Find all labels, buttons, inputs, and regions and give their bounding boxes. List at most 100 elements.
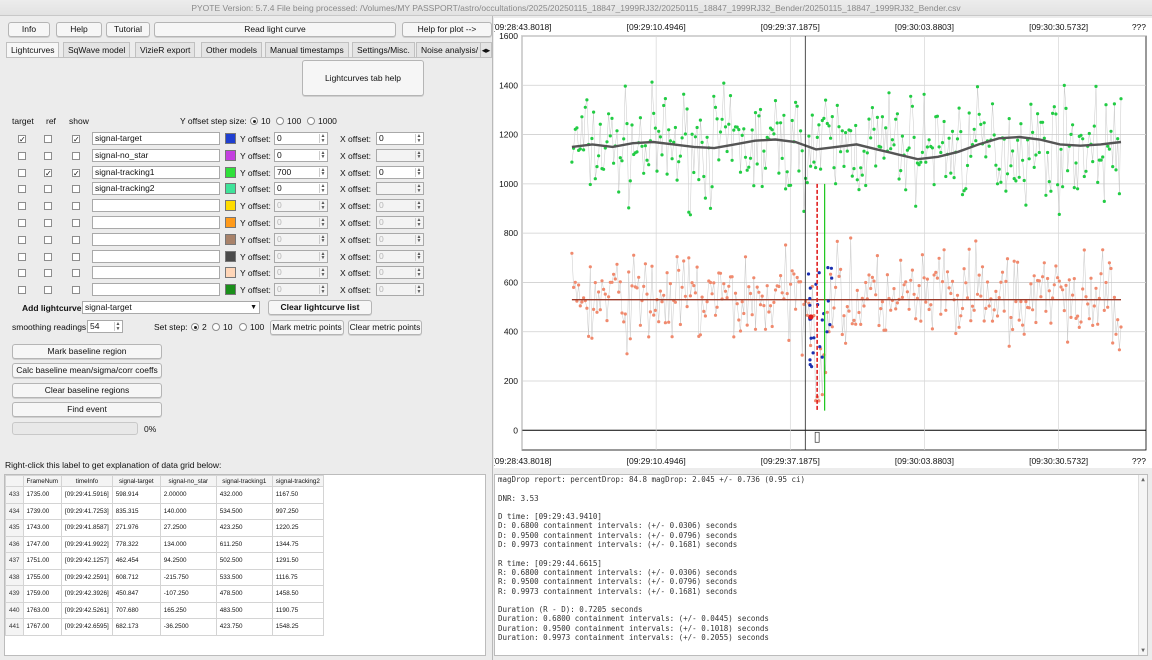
row-header[interactable]: 434 bbox=[5, 502, 24, 520]
color-swatch[interactable] bbox=[225, 149, 236, 161]
step-100-radio[interactable] bbox=[276, 117, 284, 125]
table-cell[interactable]: [09:29:42.3926] bbox=[61, 585, 113, 603]
y-offset-spinbox[interactable]: 0 ▲ ▼ bbox=[274, 283, 328, 297]
calc-baseline-button[interactable]: Calc baseline mean/sigma/corr coeffs bbox=[12, 363, 162, 378]
step-1000-radio[interactable] bbox=[307, 117, 315, 125]
scroll-down-icon[interactable]: ▼ bbox=[1139, 647, 1147, 654]
target-checkbox[interactable] bbox=[18, 286, 26, 295]
table-cell[interactable]: 682.173 bbox=[111, 618, 161, 636]
row-header[interactable]: 439 bbox=[5, 585, 24, 603]
row-header[interactable]: 438 bbox=[5, 568, 24, 586]
spin-arrows-icon[interactable]: ▲ ▼ bbox=[415, 285, 422, 295]
color-swatch[interactable] bbox=[225, 267, 236, 279]
y-offset-spinbox[interactable]: 0 ▲ ▼ bbox=[274, 249, 328, 263]
lightcurve-name-field[interactable] bbox=[92, 216, 220, 229]
table-cell[interactable]: 478.500 bbox=[215, 585, 273, 603]
lightcurve-name-field[interactable] bbox=[92, 249, 220, 263]
spin-arrows-icon[interactable]: ▲ ▼ bbox=[415, 251, 422, 261]
table-row[interactable]: 433 1735.00 [09:29:41.5916] 598.914 2.00000 4… bbox=[5, 486, 324, 504]
color-swatch[interactable] bbox=[225, 284, 236, 296]
table-cell[interactable]: 611.250 bbox=[215, 535, 273, 553]
table-row[interactable]: 436 1747.00 [09:29:41.9922] 778.322 134.000 6… bbox=[5, 535, 324, 553]
spin-arrows-icon[interactable]: ▲ ▼ bbox=[319, 134, 326, 143]
target-checkbox[interactable] bbox=[18, 235, 26, 244]
table-row[interactable]: 439 1759.00 [09:29:42.3926] 450.847 -107.250… bbox=[5, 585, 324, 603]
table-cell[interactable]: 165.250 bbox=[159, 601, 217, 619]
color-swatch[interactable] bbox=[225, 250, 236, 262]
lightcurve-name-field[interactable]: signal-tracking1 bbox=[92, 165, 220, 179]
table-cell[interactable]: 835.315 bbox=[111, 502, 161, 520]
target-checkbox[interactable] bbox=[18, 219, 26, 227]
tab-lightcurves[interactable]: Lightcurves bbox=[6, 42, 60, 57]
clear-metric-points-button[interactable]: Clear metric points bbox=[348, 320, 422, 335]
table-cell[interactable]: 1291.50 bbox=[271, 552, 324, 570]
table-cell[interactable]: [09:29:41.7253] bbox=[61, 502, 113, 520]
lightcurve-name-field[interactable]: signal-tracking2 bbox=[92, 182, 220, 196]
tab-vizier-export[interactable]: VizieR export bbox=[135, 42, 196, 57]
color-swatch[interactable] bbox=[225, 183, 236, 195]
column-header[interactable]: signal-no_star bbox=[159, 475, 217, 487]
x-offset-spinbox[interactable]: 0 ▲ ▼ bbox=[376, 266, 424, 280]
spin-arrows-icon[interactable]: ▲ ▼ bbox=[319, 251, 326, 261]
table-cell[interactable]: [09:29:42.5261] bbox=[61, 601, 113, 619]
table-cell[interactable]: 1751.00 bbox=[22, 552, 63, 570]
row-header[interactable]: 441 bbox=[5, 618, 24, 636]
lightcurve-name-field[interactable]: signal-no_star bbox=[92, 148, 220, 162]
set-step-10-radio[interactable] bbox=[212, 323, 220, 331]
table-cell[interactable]: 432.000 bbox=[215, 486, 273, 504]
color-swatch[interactable] bbox=[225, 217, 236, 228]
table-cell[interactable]: [09:29:42.6595] bbox=[61, 618, 113, 636]
table-cell[interactable]: 1755.00 bbox=[22, 568, 63, 586]
help-button[interactable]: Help bbox=[56, 22, 102, 37]
x-offset-spinbox[interactable]: 0 ▲ ▼ bbox=[376, 283, 424, 297]
table-cell[interactable]: 1548.25 bbox=[271, 618, 324, 636]
table-cell[interactable]: 1743.00 bbox=[22, 519, 63, 537]
find-event-button[interactable]: Find event bbox=[12, 402, 162, 417]
lightcurve-plot[interactable]: 0 200 400 600 800 1000 1200 1400 1600 [09:28:43.8… bbox=[492, 18, 1152, 468]
y-offset-spinbox[interactable]: 700 ▲ ▼ bbox=[274, 165, 328, 179]
x-offset-spinbox[interactable]: 0 ▲ ▼ bbox=[376, 199, 424, 213]
show-checkbox[interactable]: ✓ bbox=[72, 168, 80, 177]
target-checkbox[interactable] bbox=[18, 269, 26, 278]
ref-checkbox[interactable] bbox=[44, 202, 52, 211]
column-header[interactable]: timeInfo bbox=[61, 475, 113, 487]
target-checkbox[interactable] bbox=[18, 202, 26, 211]
table-row[interactable]: 435 1743.00 [09:29:41.8587] 271.976 27.2500 4… bbox=[5, 519, 324, 537]
y-offset-spinbox[interactable]: 0 ▲ ▼ bbox=[274, 266, 328, 280]
table-cell[interactable]: -36.2500 bbox=[159, 618, 217, 636]
column-header[interactable]: signal-tracking2 bbox=[271, 475, 324, 487]
show-checkbox[interactable] bbox=[72, 252, 80, 261]
table-cell[interactable]: 608.712 bbox=[111, 568, 161, 586]
spin-arrows-icon[interactable]: ▲ ▼ bbox=[415, 234, 422, 244]
tab-sqwave-model[interactable]: SqWave model bbox=[63, 42, 131, 57]
ref-checkbox[interactable] bbox=[44, 185, 52, 194]
show-checkbox[interactable] bbox=[72, 235, 80, 244]
table-cell[interactable]: 1190.75 bbox=[271, 601, 324, 619]
table-cell[interactable]: 1767.00 bbox=[22, 618, 63, 636]
x-offset-spinbox[interactable]: 0 ▲ ▼ bbox=[376, 132, 424, 145]
scroll-up-icon[interactable]: ▲ bbox=[1139, 476, 1147, 483]
spin-arrows-icon[interactable]: ▲ ▼ bbox=[415, 134, 422, 143]
show-checkbox[interactable] bbox=[72, 286, 80, 295]
table-cell[interactable]: 502.500 bbox=[215, 552, 273, 570]
tab-manual-timestamps[interactable]: Manual timestamps bbox=[265, 42, 349, 57]
table-cell[interactable]: 1344.75 bbox=[271, 535, 324, 553]
ref-checkbox[interactable] bbox=[44, 151, 52, 160]
table-row[interactable]: 434 1739.00 [09:29:41.7253] 835.315 140.000 5… bbox=[5, 502, 324, 520]
column-header[interactable]: signal-tracking1 bbox=[215, 475, 273, 487]
mark-baseline-region-button[interactable]: Mark baseline region bbox=[12, 344, 162, 359]
table-cell[interactable]: 707.680 bbox=[111, 601, 161, 619]
show-checkbox[interactable] bbox=[72, 219, 80, 227]
table-cell[interactable]: -107.250 bbox=[159, 585, 217, 603]
table-cell[interactable]: 271.976 bbox=[111, 519, 161, 537]
y-offset-spinbox[interactable]: 0 ▲ ▼ bbox=[274, 132, 328, 145]
color-swatch[interactable] bbox=[225, 233, 236, 245]
ref-checkbox[interactable]: ✓ bbox=[44, 168, 52, 177]
x-offset-spinbox[interactable]: ▲ ▼ bbox=[376, 148, 424, 162]
table-cell[interactable]: 533.500 bbox=[215, 568, 273, 586]
table-cell[interactable]: 423.250 bbox=[215, 519, 273, 537]
table-cell[interactable]: 1739.00 bbox=[22, 502, 63, 520]
target-checkbox[interactable] bbox=[18, 168, 26, 177]
table-cell[interactable]: 778.322 bbox=[111, 535, 161, 553]
lightcurve-name-field[interactable] bbox=[92, 199, 220, 213]
